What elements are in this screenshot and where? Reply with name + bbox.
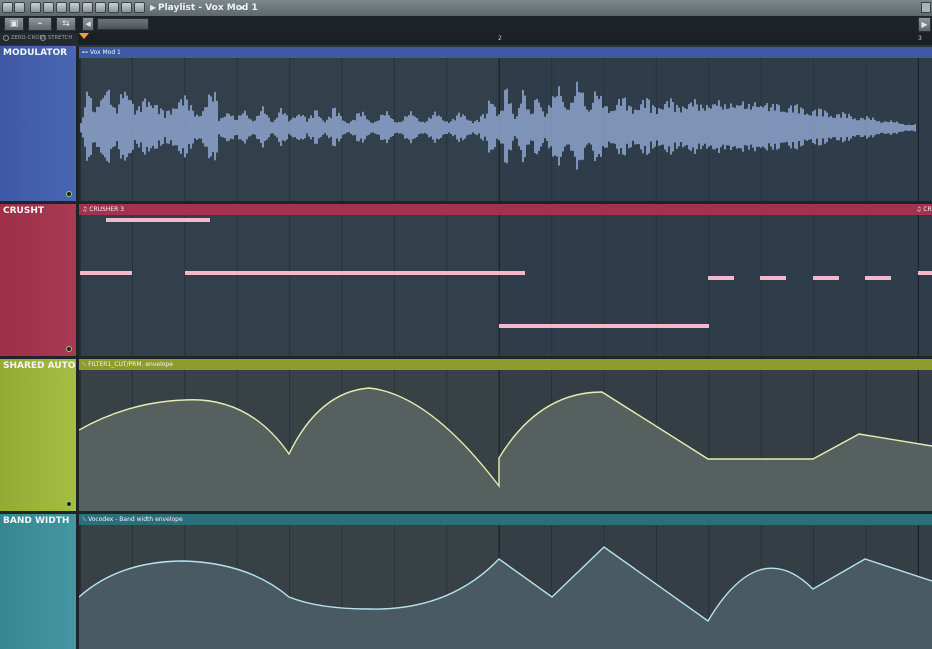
header-divider [76, 46, 79, 649]
select-icon[interactable] [95, 2, 106, 13]
clip-title-crusher-next[interactable]: ♫ CR [916, 204, 932, 215]
note-bar [106, 218, 210, 222]
automation-clip-lane[interactable] [79, 370, 932, 511]
curve-button[interactable]: ⌁ [28, 17, 52, 31]
note-bar [80, 271, 132, 275]
note-preview [79, 215, 932, 356]
track-name: CRUSHT [3, 206, 44, 216]
stretch-toggle[interactable] [40, 35, 46, 41]
play-icon[interactable] [121, 2, 132, 13]
slip-icon[interactable] [82, 2, 93, 13]
toolbar: ▶ Playlist - Vox Mod 1 ▾ [0, 0, 932, 17]
timeline-ruler[interactable] [0, 33, 932, 45]
scroll-left-button[interactable]: ◀ [82, 17, 94, 31]
paint-icon[interactable] [43, 2, 54, 13]
bar-shade [79, 215, 499, 356]
close-icon[interactable] [921, 2, 931, 13]
clip-title-filter-envelope[interactable]: ⟍ FILTER1_CUT/PRM. envelope [79, 359, 932, 370]
track-name: BAND WIDTH [3, 516, 70, 526]
title-arrow-icon[interactable]: ▶ [150, 3, 156, 12]
snap-icon[interactable] [2, 2, 13, 13]
clip-title-band-width-envelope[interactable]: ⟍ Vocodex - Band width envelope [79, 514, 932, 525]
view-mode-button[interactable]: ▣ [4, 17, 24, 31]
swap-button[interactable]: ⇆ [56, 17, 76, 31]
envelope-fill [79, 388, 932, 511]
pattern-clip-lane[interactable] [79, 215, 932, 356]
track-name: SHARED AUTO [3, 361, 76, 371]
mute-icon[interactable] [69, 2, 80, 13]
bar-marker: 3 [918, 35, 922, 42]
automation-curve [79, 525, 932, 649]
note-bar [918, 271, 932, 275]
track-header-band-width[interactable]: BAND WIDTH [0, 514, 76, 649]
track-header-shared-auto[interactable]: SHARED AUTO [0, 359, 76, 511]
magnet-icon[interactable] [14, 2, 25, 13]
draw-icon[interactable] [30, 2, 41, 13]
playlist-icon[interactable] [134, 2, 145, 13]
note-bar [865, 276, 891, 280]
zoom-icon[interactable] [108, 2, 119, 13]
chevron-down-icon[interactable]: ▾ [240, 4, 244, 12]
note-bar [499, 324, 709, 328]
note-bar [760, 276, 786, 280]
note-bar [813, 276, 839, 280]
waveform [79, 58, 920, 201]
clip-title-vox-mod[interactable]: ⊷ Vox Mod 1 [79, 47, 932, 58]
track-header-crusht[interactable]: CRUSHT [0, 204, 76, 356]
clip-title-crusher[interactable]: ♫ CRUSHER 3 [79, 204, 932, 215]
delete-icon[interactable] [56, 2, 67, 13]
track-status-icon[interactable] [66, 191, 72, 197]
scroll-right-button[interactable]: ▶ [918, 17, 931, 32]
horizontal-scrollbar-thumb[interactable] [97, 18, 149, 30]
note-bar [185, 271, 525, 275]
stretch-label: STRETCH [48, 35, 73, 41]
playhead-marker[interactable] [79, 33, 89, 39]
automation-clip-lane[interactable] [79, 525, 932, 649]
zero-cross-toggle[interactable] [3, 35, 9, 41]
track-status-icon[interactable] [66, 346, 72, 352]
track-status-icon[interactable] [66, 501, 72, 507]
track-name: MODULATOR [3, 48, 68, 58]
track-header-modulator[interactable]: MODULATOR [0, 46, 76, 201]
automation-curve [79, 370, 932, 511]
note-bar [708, 276, 734, 280]
audio-clip-lane[interactable] [79, 58, 932, 201]
bar-marker: 2 [498, 35, 502, 42]
